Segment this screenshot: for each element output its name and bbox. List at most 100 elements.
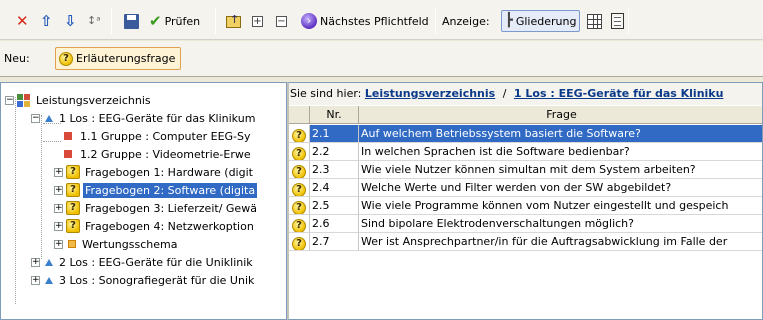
row-frage-cell: Wie viele Programme können vom Nutzer ei… <box>359 197 762 215</box>
red-x-icon: ✕ <box>16 12 29 30</box>
tree-root[interactable]: − Leistungsverzeichnis <box>5 91 153 109</box>
expand-toggle[interactable]: + <box>54 203 63 213</box>
tree-item-fragebogen-3[interactable]: + ? Fragebogen 3: Lieferzeit/ Gewä <box>54 199 259 217</box>
breadcrumb-prefix: Sie sind hier: <box>290 87 362 100</box>
expand-toggle[interactable]: + <box>54 167 63 177</box>
row-icon-cell: ? <box>289 179 310 197</box>
tree-item-label: Fragebogen 3: Lieferzeit/ Gewä <box>85 201 257 215</box>
row-frage-cell: Sind bipolare Elektrodenverschaltungen m… <box>359 215 762 233</box>
document-view-button[interactable] <box>607 10 628 32</box>
collapse-toggle[interactable]: − <box>31 113 40 123</box>
row-icon-cell: ? <box>289 143 310 161</box>
tree-item-los-1[interactable]: − 1 Los : EEG-Geräte für das Klinikum <box>31 109 257 127</box>
toolbar-separator <box>111 8 112 34</box>
new-item-bar: Neu: ? Erläuterungsfrage <box>0 41 763 77</box>
expand-toggle[interactable]: + <box>31 275 40 285</box>
table-row[interactable]: ? 2.2 In welchen Sprachen ist die Software… <box>289 143 762 161</box>
arrow-up-icon: ⇧ <box>40 12 53 30</box>
tree-item-label: Fragebogen 1: Hardware (digit <box>85 165 253 179</box>
table-row[interactable]: ? 2.7 Wer ist Ansprechpartner/in für die A… <box>289 233 762 251</box>
table-row[interactable]: ? 2.5 Wie viele Programme können vom Nutze… <box>289 197 762 215</box>
save-button[interactable] <box>120 10 143 32</box>
delete-button[interactable]: ✕ <box>12 10 33 32</box>
collapse-all-button[interactable]: − <box>272 10 291 32</box>
grid-header-nr[interactable]: Nr. <box>310 106 359 124</box>
tree-item-fragebogen-2[interactable]: + ? Fragebogen 2: Software (digita <box>54 181 258 199</box>
tree-item-label: Wertungsschema <box>82 237 178 251</box>
tree-item-fragebogen-1[interactable]: + ? Fragebogen 1: Hardware (digit <box>54 163 255 181</box>
question-icon: ? <box>66 183 80 197</box>
gliederung-label: Gliederung <box>515 14 577 28</box>
sort-az-icon: ↕ᵃ <box>87 14 101 27</box>
tree-connector <box>41 115 42 259</box>
tree-item-label: 1.1 Gruppe : Computer EEG-Sy <box>80 129 251 143</box>
row-icon-cell: ? <box>289 233 310 251</box>
row-frage-cell: In welchen Sprachen ist die Software bed… <box>359 143 762 161</box>
breadcrumb-link-los-1[interactable]: 1 Los : EEG-Geräte für das Kliniku <box>514 87 724 100</box>
question-icon: ? <box>66 165 80 179</box>
row-nr-cell: 2.7 <box>310 233 359 251</box>
expand-toggle[interactable]: + <box>31 257 40 267</box>
question-mark-icon: ? <box>292 219 306 232</box>
table-row[interactable]: ? 2.6 Sind bipolare Elektrodenverschaltung… <box>289 215 762 233</box>
expand-toggle[interactable]: + <box>54 185 63 195</box>
breadcrumb: Sie sind hier: Leistungsverzeichnis / 1 … <box>289 83 762 105</box>
pruefen-label: Prüfen <box>164 14 201 28</box>
question-mark-icon: ? <box>59 51 73 66</box>
new-erlaeuterungsfrage-button[interactable]: ? Erläuterungsfrage <box>55 47 182 70</box>
wertungsschema-square-icon <box>68 240 76 248</box>
row-icon-cell: ? <box>289 215 310 233</box>
breadcrumb-link-leistungsverzeichnis[interactable]: Leistungsverzeichnis <box>365 87 495 100</box>
next-required-field-button[interactable]: › Nächstes Pflichtfeld <box>297 10 433 32</box>
gruppe-square-icon <box>64 132 72 140</box>
question-mark-icon: ? <box>292 147 306 160</box>
row-frage-cell: Auf welchem Betriebssystem basiert die S… <box>359 125 762 143</box>
table-row[interactable]: ? 2.1 Auf welchem Betriebssystem basiert d… <box>289 125 762 143</box>
outline-tree[interactable]: − Leistungsverzeichnis − 1 Los : EEG-Ger… <box>0 82 287 320</box>
row-frage-cell: Welche Werte und Filter werden von der S… <box>359 179 762 197</box>
tree-item-fragebogen-4[interactable]: + ? Fragebogen 4: Netzwerkoption <box>54 217 256 235</box>
tree-connector <box>43 141 61 142</box>
collapse-toggle[interactable]: − <box>5 95 14 105</box>
row-frage-cell: Wer ist Ansprechpartner/in für die Auftr… <box>359 233 762 251</box>
main-toolbar: ✕ ⇧ ⇩ ↕ᵃ ✔ Prüfen + − › Nächstes Pflicht… <box>0 0 763 40</box>
row-nr-cell: 2.5 <box>310 197 359 215</box>
expand-toggle[interactable]: + <box>54 221 63 231</box>
tree-item-los-3[interactable]: + 3 Los : Sonografiegerät für die Unik <box>31 271 256 289</box>
tree-item-label: Fragebogen 2: Software (digita <box>83 182 258 198</box>
table-grid-icon <box>587 13 602 29</box>
tree-item-label: 1 Los : EEG-Geräte für das Klinikum <box>59 111 256 125</box>
grid-header-frage[interactable]: Frage <box>359 106 762 124</box>
move-down-button[interactable]: ⇩ <box>60 10 81 32</box>
row-frage-cell: Wie viele Nutzer können simultan mit dem… <box>359 161 762 179</box>
pruefen-button[interactable]: ✔ Prüfen <box>145 10 204 32</box>
table-row[interactable]: ? 2.4 Welche Werte und Filter werden von d… <box>289 179 762 197</box>
checkmark-icon: ✔ <box>149 12 162 30</box>
tree-item-wertungsschema[interactable]: + Wertungsschema <box>54 235 179 253</box>
parent-level-button[interactable] <box>222 10 245 32</box>
move-up-button[interactable]: ⇧ <box>36 10 57 32</box>
table-view-button[interactable] <box>583 10 606 32</box>
question-icon: ? <box>66 219 80 233</box>
leistungsverzeichnis-icon <box>17 93 30 107</box>
toolbar-separator <box>215 8 216 34</box>
expand-toggle[interactable]: + <box>54 239 63 249</box>
tree-item-gruppe-1-1[interactable]: 1.1 Gruppe : Computer EEG-Sy <box>61 127 253 145</box>
grid-header-icon-col <box>289 106 310 124</box>
sort-button[interactable]: ↕ᵃ <box>83 10 105 32</box>
question-mark-icon: ? <box>292 201 306 214</box>
outline-tree-icon: ┣ <box>505 13 513 28</box>
floppy-disk-icon <box>124 13 139 29</box>
table-row[interactable]: ? 2.3 Wie viele Nutzer können simultan mit… <box>289 161 762 179</box>
next-required-label: Nächstes Pflichtfeld <box>320 14 429 28</box>
row-nr-cell: 2.6 <box>310 215 359 233</box>
tree-item-label: 3 Los : Sonografiegerät für die Unik <box>59 273 255 287</box>
collapse-icon: − <box>276 15 287 27</box>
row-icon-cell: ? <box>289 125 310 143</box>
tree-item-los-2[interactable]: + 2 Los : EEG-Geräte für die Uniklinik <box>31 253 255 271</box>
gliederung-view-button[interactable]: ┣ Gliederung <box>501 10 581 32</box>
expand-all-button[interactable]: + <box>248 10 267 32</box>
tree-item-gruppe-1-2[interactable]: 1.2 Gruppe : Videometrie-Erwe <box>61 145 253 163</box>
row-icon-cell: ? <box>289 161 310 179</box>
anzeige-label: Anzeige: <box>442 14 490 28</box>
